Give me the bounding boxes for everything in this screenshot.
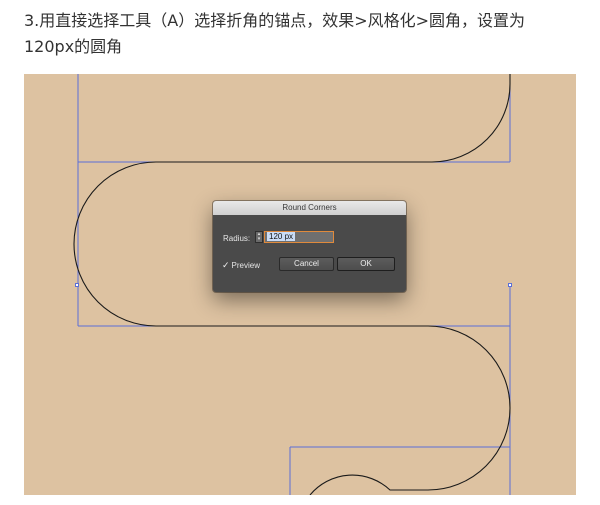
up-down-stepper-icon[interactable]: ▴ ▾ <box>255 231 263 243</box>
anchor-point <box>508 283 512 287</box>
cancel-button[interactable]: Cancel <box>279 257 334 271</box>
radius-value: 120 px <box>267 232 296 241</box>
preview-label: Preview <box>231 261 260 270</box>
radius-label: Radius: <box>223 234 251 243</box>
checkmark-icon: ✓ <box>222 260 230 270</box>
anchor-point <box>75 283 79 287</box>
ok-button[interactable]: OK <box>337 257 395 271</box>
dialog-title[interactable]: Round Corners <box>213 201 406 215</box>
preview-checkbox[interactable]: ✓ Preview <box>222 260 260 271</box>
instruction-line-2: 120px的圆角 <box>24 37 123 56</box>
instruction-line-1: 3.用直接选择工具（A）选择折角的锚点，效果>风格化>圆角，设置为 <box>24 11 526 30</box>
round-corners-dialog: Round Corners Radius: ▴ ▾ 120 px ✓ Preview… <box>213 201 406 292</box>
radius-input[interactable]: 120 px <box>264 231 334 243</box>
artboard-canvas[interactable]: Round Corners Radius: ▴ ▾ 120 px ✓ Preview… <box>24 74 576 495</box>
instruction-text: 3.用直接选择工具（A）选择折角的锚点，效果>风格化>圆角，设置为 120px的… <box>24 8 584 60</box>
